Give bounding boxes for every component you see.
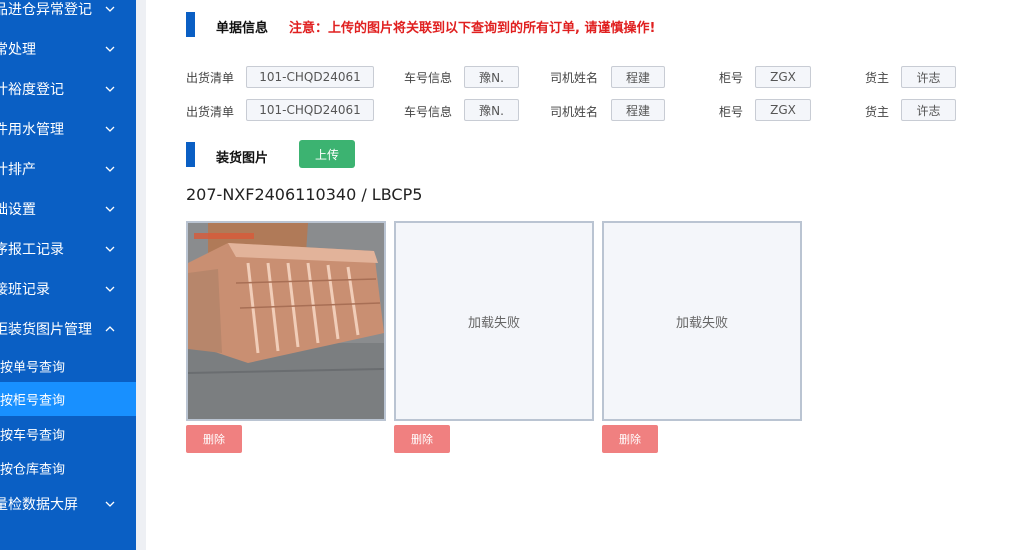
nav-item-label: 础设置 — [0, 202, 36, 218]
field-label-vehicle: 车号信息 — [404, 71, 453, 85]
sidebar: 品进仓异常登记 常处理 计裕度登记 件用水管理 计排产 础设置 序报工记录 接班… — [0, 0, 136, 550]
nav-item-container-photos[interactable]: 柜装货图片管理 — [0, 309, 136, 349]
load-failed-text: 加载失败 — [467, 315, 520, 331]
nav-subitem-by-container[interactable]: 按柜号查询 — [0, 382, 136, 416]
field-label-container: 柜号 — [719, 71, 744, 85]
upload-warning: 注意：上传的图片将关联到以下查询到的所有订单, 请谨慎操作! — [289, 21, 656, 36]
photo-section-title: 装货图片 — [216, 151, 269, 166]
shipping-list-field: 101-CHQD24061 — [246, 99, 374, 121]
field-label-shipping-list: 出货清单 — [186, 71, 235, 85]
nav-subitem-label: 按单号查询 — [0, 360, 66, 376]
chevron-down-icon — [105, 86, 115, 92]
nav-item-exception-handling[interactable]: 常处理 — [0, 29, 136, 69]
chevron-up-icon — [105, 326, 115, 332]
driver-field: 程建 — [611, 66, 665, 88]
nav-item-shift-handover[interactable]: 接班记录 — [0, 269, 136, 309]
chevron-down-icon — [105, 166, 115, 172]
nav-item-label: 件用水管理 — [0, 122, 64, 138]
nav-subitem-by-order[interactable]: 按单号查询 — [0, 349, 136, 383]
field-label-owner: 货主 — [865, 105, 890, 119]
doc-section-title: 单据信息 — [216, 21, 269, 36]
nav-item-quality-dashboard[interactable]: 量检数据大屏 — [0, 484, 136, 524]
container-group-code: 207-NXF2406110340 / LBCP5 — [186, 185, 423, 204]
nav-item-label: 序报工记录 — [0, 242, 64, 258]
field-label-vehicle: 车号信息 — [404, 105, 453, 119]
delete-photo-button[interactable]: 删除 — [394, 425, 450, 453]
chevron-down-icon — [105, 286, 115, 292]
nav-item-margin-registration[interactable]: 计裕度登记 — [0, 69, 136, 109]
container-field: ZGX — [755, 66, 811, 88]
nav-item-water-management[interactable]: 件用水管理 — [0, 109, 136, 149]
field-label-shipping-list: 出货清单 — [186, 105, 235, 119]
chevron-down-icon — [105, 206, 115, 212]
field-label-owner: 货主 — [865, 71, 890, 85]
nav-item-inbound-exception[interactable]: 品进仓异常登记 — [0, 0, 136, 29]
chevron-down-icon — [105, 246, 115, 252]
photo-thumbnail[interactable] — [186, 221, 386, 421]
chevron-down-icon — [105, 501, 115, 507]
nav-subitem-label: 按车号查询 — [0, 428, 66, 444]
main-content: 单据信息 注意：上传的图片将关联到以下查询到的所有订单, 请谨慎操作! 出货清单… — [146, 0, 1030, 550]
delete-photo-button[interactable]: 删除 — [602, 425, 658, 453]
field-label-driver: 司机姓名 — [550, 105, 599, 119]
field-label-driver: 司机姓名 — [550, 71, 599, 85]
chevron-down-icon — [105, 6, 115, 12]
nav-item-label: 柜装货图片管理 — [0, 322, 92, 338]
nav-item-settings[interactable]: 础设置 — [0, 189, 136, 229]
owner-field: 许志 — [901, 99, 956, 121]
nav-item-label: 品进仓异常登记 — [0, 2, 92, 18]
nav-subitem-label: 按仓库查询 — [0, 462, 66, 478]
field-label-container: 柜号 — [719, 105, 744, 119]
nav-item-label: 量检数据大屏 — [0, 497, 78, 513]
sidebar-gutter — [136, 0, 146, 550]
nav-item-label: 计排产 — [0, 162, 36, 178]
shipping-list-field: 101-CHQD24061 — [246, 66, 374, 88]
nav-item-label: 计裕度登记 — [0, 82, 64, 98]
section-marker — [186, 142, 195, 167]
vehicle-field: 豫N. — [464, 99, 519, 121]
nav-subitem-by-vehicle[interactable]: 按车号查询 — [0, 417, 136, 451]
nav-subitem-by-warehouse[interactable]: 按仓库查询 — [0, 451, 136, 485]
section-marker — [186, 12, 195, 37]
upload-button[interactable]: 上传 — [299, 140, 355, 168]
nav-item-work-report[interactable]: 序报工记录 — [0, 229, 136, 269]
load-failed-text: 加载失败 — [675, 315, 728, 331]
nav-subitem-label: 按柜号查询 — [0, 393, 66, 409]
photo-thumbnail[interactable]: 加载失败 — [394, 221, 594, 421]
driver-field: 程建 — [611, 99, 665, 121]
owner-field: 许志 — [901, 66, 956, 88]
nav-item-label: 接班记录 — [0, 282, 50, 298]
vehicle-field: 豫N. — [464, 66, 519, 88]
delete-photo-button[interactable]: 删除 — [186, 425, 242, 453]
cargo-photo — [187, 223, 385, 419]
chevron-down-icon — [105, 46, 115, 52]
container-field: ZGX — [755, 99, 811, 121]
nav-item-scheduling[interactable]: 计排产 — [0, 149, 136, 189]
photo-thumbnail[interactable]: 加载失败 — [602, 221, 802, 421]
chevron-down-icon — [105, 126, 115, 132]
nav-item-label: 常处理 — [0, 42, 36, 58]
